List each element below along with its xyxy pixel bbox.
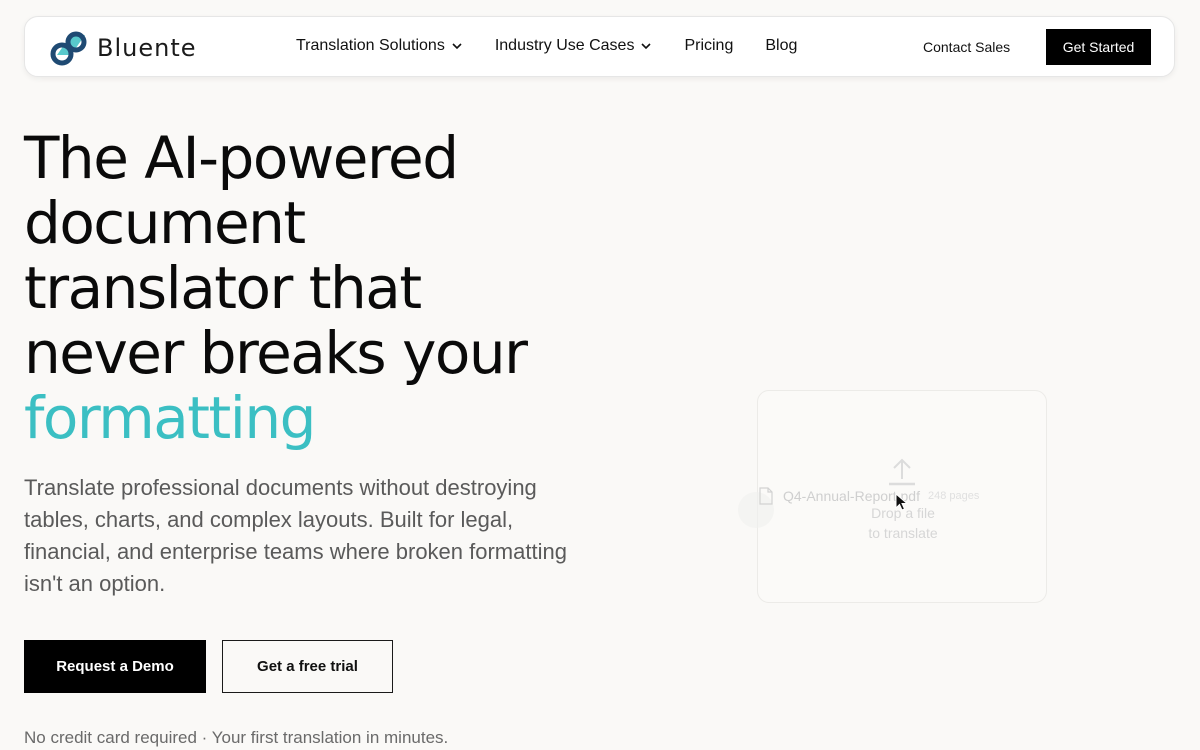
hero-subtitle: Translate professional documents without…: [24, 475, 567, 596]
top-navbar: Bluente Translation Solutions Industry U…: [24, 16, 1175, 77]
hero-note: No credit card required · Your first tra…: [24, 728, 449, 747]
logo-mark-icon: [50, 31, 87, 66]
hero-title-line: document: [24, 189, 306, 257]
file-pages: 248 pages: [927, 490, 980, 502]
contact-sales-link[interactable]: Contact Sales: [923, 39, 1010, 55]
nav-pricing[interactable]: Pricing: [684, 37, 733, 55]
file-icon: [759, 487, 773, 505]
request-demo-button[interactable]: Request a Demo: [24, 640, 206, 693]
nav-blog[interactable]: Blog: [765, 37, 797, 55]
nav-label: Translation Solutions: [296, 37, 445, 54]
nav-label: Industry Use Cases: [494, 37, 635, 54]
nav-label: Blog: [765, 37, 798, 54]
nav-industry-use-cases[interactable]: Industry Use Cases: [495, 37, 653, 55]
logo[interactable]: Bluente: [49, 29, 197, 67]
hero-title-line: The AI-powered: [24, 124, 459, 192]
dragged-file[interactable]: Q4-Annual-Report.pdf 248 pages: [759, 487, 979, 505]
hero-title-line: never breaks your: [24, 319, 528, 387]
dropzone-sublabel: to translate: [868, 525, 938, 541]
nav-label: Pricing: [684, 37, 734, 54]
chevron-down-icon: [641, 43, 652, 50]
logo-text: Bluente: [97, 34, 197, 62]
get-started-button[interactable]: Get Started: [1046, 29, 1151, 65]
chevron-down-icon: [452, 43, 462, 50]
upload-icon: [889, 458, 915, 486]
hero-title-accent: formatting: [24, 384, 316, 452]
nav-translation-solutions[interactable]: Translation Solutions: [296, 37, 463, 55]
cursor-icon: [895, 493, 909, 511]
free-trial-button[interactable]: Get a free trial: [222, 640, 393, 693]
main-nav: Translation Solutions Industry Use Cases…: [296, 37, 797, 55]
hero-title-line: translator that: [24, 254, 422, 322]
hero-title: The AI-powered document translator that …: [24, 126, 624, 451]
